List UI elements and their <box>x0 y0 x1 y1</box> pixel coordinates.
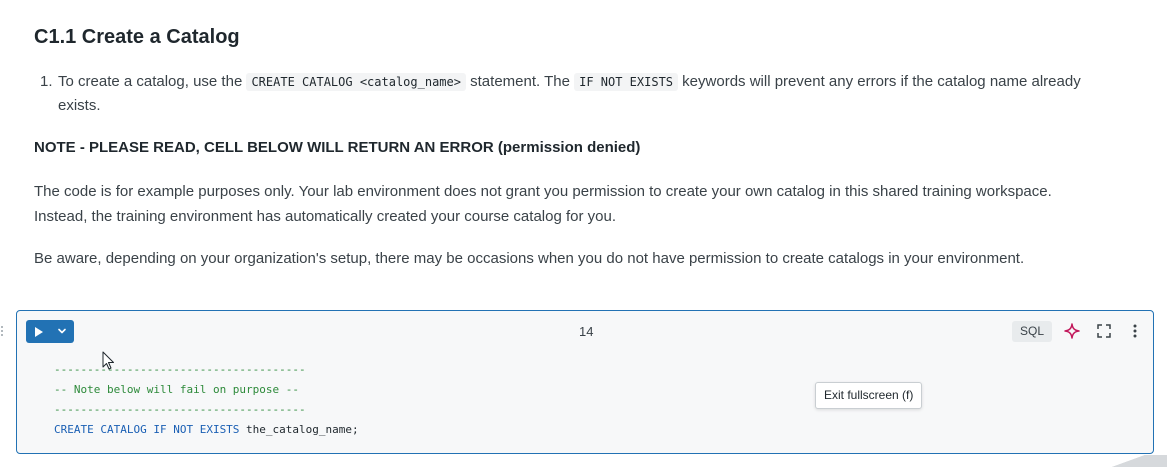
run-cell-button[interactable] <box>26 320 74 343</box>
paragraph-awareness: Be aware, depending on your organization… <box>34 250 1025 267</box>
code-line-keyword: CREATE CATALOG IF NOT EXISTS <box>54 423 240 436</box>
list-text-continued: exists. <box>58 97 101 114</box>
corner-decoration <box>1107 455 1167 467</box>
paragraph-line: Instead, the training environment has au… <box>34 208 616 225</box>
chevron-down-icon[interactable] <box>55 324 69 338</box>
fullscreen-icon[interactable] <box>1095 322 1113 340</box>
code-editor[interactable]: -------------------------------------- -… <box>54 360 359 440</box>
list-text-after: keywords will prevent any errors if the … <box>678 73 1081 90</box>
drag-handle-icon <box>1 326 3 336</box>
list-text-middle: statement. The <box>465 73 575 90</box>
code-line-identifier: the_catalog_name; <box>239 423 359 436</box>
code-cell[interactable]: 14 SQL ---------------------------------… <box>16 310 1154 454</box>
paragraph-permissions: The code is for example purposes only. Y… <box>34 179 1159 229</box>
exit-fullscreen-tooltip: Exit fullscreen (f) <box>815 382 923 409</box>
inline-code-create-catalog: CREATE CATALOG <catalog_name> <box>246 73 466 91</box>
mouse-pointer-icon <box>102 351 114 370</box>
paragraph-line: The code is for example purposes only. Y… <box>34 183 1052 200</box>
notebook-page: C1.1 Create a Catalog 1. To create a cat… <box>0 0 1167 467</box>
inline-code-if-not-exists: IF NOT EXISTS <box>574 73 679 91</box>
cell-drag-handle[interactable] <box>0 325 4 337</box>
list-text-before: To create a catalog, use the <box>58 73 247 90</box>
code-line-comment: -------------------------------------- <box>54 403 306 416</box>
sparkle-icon[interactable] <box>1063 322 1081 340</box>
code-line-comment: -------------------------------------- <box>54 363 306 376</box>
list-number: 1. <box>40 73 53 90</box>
kebab-menu-icon[interactable] <box>1126 322 1144 340</box>
note-heading: NOTE - PLEASE READ, CELL BELOW WILL RETU… <box>34 139 641 156</box>
play-icon <box>35 327 43 337</box>
section-heading: C1.1 Create a Catalog <box>34 26 240 48</box>
language-badge[interactable]: SQL <box>1012 321 1052 342</box>
cell-number: 14 <box>579 324 594 339</box>
code-line-comment: -- Note below will fail on purpose -- <box>54 383 300 396</box>
list-item: 1. To create a catalog, use the CREATE C… <box>40 70 1158 118</box>
